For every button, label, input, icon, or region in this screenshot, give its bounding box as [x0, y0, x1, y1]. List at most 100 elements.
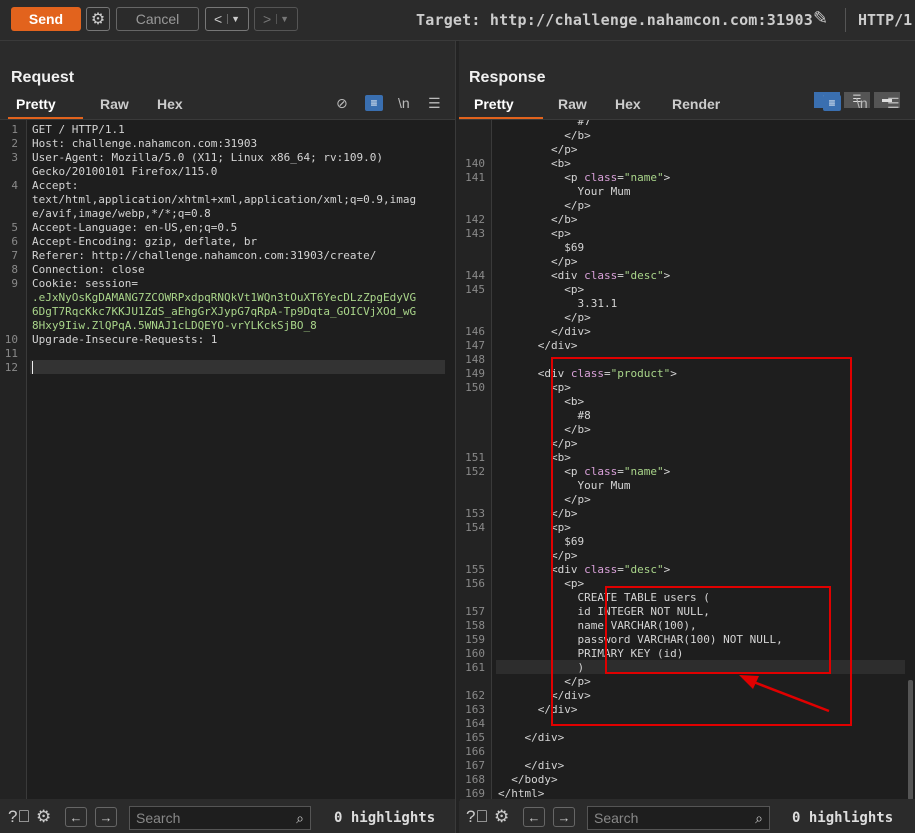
code-line: Accept-Language: en-US,en;q=0.5: [32, 221, 238, 234]
line-number: 11: [4, 347, 18, 360]
back-label: <: [213, 11, 223, 27]
code-line: <p>: [498, 283, 585, 296]
send-button[interactable]: Send: [11, 7, 81, 31]
code-line: 8Hxy9Iiw.ZlQPqA.5WNAJ1cLDQEYO-vrYLKckSjB…: [32, 319, 317, 332]
line-number: 9: [11, 277, 18, 290]
request-footer: ?⃝ ⚙ ← → Search ⌕ 0 highlights: [0, 801, 455, 833]
line-number: 163: [465, 703, 485, 716]
line-number: 161: [465, 661, 485, 674]
line-number: 157: [465, 605, 485, 618]
line-number: 162: [465, 689, 485, 702]
newline-icon[interactable]: \n: [856, 95, 868, 111]
code-line: </body>: [498, 773, 558, 786]
response-tabs: Pretty Raw Hex Render: [459, 95, 915, 119]
line-number: 1: [11, 123, 18, 136]
gear-icon[interactable]: ⚙: [36, 807, 51, 827]
tab-raw[interactable]: Raw: [558, 96, 587, 112]
line-number: 143: [465, 227, 485, 240]
code-line: e/avif,image/webp,*/*;q=0.8: [32, 207, 211, 220]
code-line: </div>: [498, 325, 591, 338]
newline-icon[interactable]: \n: [398, 95, 410, 111]
help-icon[interactable]: ?⃝: [466, 807, 488, 827]
response-pane: ◫ ☰ ▬ Response Pretty Raw Hex Render ≡ \…: [459, 41, 915, 799]
back-button[interactable]: < ▼: [205, 7, 249, 31]
search-icon: ⌕: [296, 810, 304, 826]
search-input[interactable]: Search ⌕: [129, 806, 311, 830]
code-line: $69: [498, 241, 585, 254]
tab-pretty[interactable]: Pretty: [474, 96, 514, 112]
line-number: 146: [465, 325, 485, 338]
gear-icon[interactable]: ⚙: [494, 807, 509, 827]
line-number: 140: [465, 157, 485, 170]
code-line: text/html,application/xhtml+xml,applicat…: [32, 193, 417, 206]
response-footer: ?⃝ ⚙ ← → Search ⌕ 0 highlights: [459, 801, 915, 833]
line-number: 2: [11, 137, 18, 150]
forward-label: >: [262, 11, 272, 27]
sql-highlight-box: [605, 586, 831, 674]
tab-raw[interactable]: Raw: [100, 96, 129, 112]
hide-icon[interactable]: ⊘: [336, 95, 348, 112]
arrow-annotation: [739, 675, 830, 713]
line-number: 152: [465, 465, 485, 478]
tab-render[interactable]: Render: [672, 96, 720, 112]
code-line: </p>: [498, 311, 591, 324]
menu-icon[interactable]: ☰: [887, 95, 900, 112]
search-placeholder: Search: [136, 810, 181, 826]
forward-button[interactable]: > ▼: [254, 7, 298, 31]
line-number: 144: [465, 269, 485, 282]
request-editor[interactable]: 1 GET / HTTP/1.1 2 Host: challenge.nahamcon…: [0, 119, 455, 799]
menu-icon[interactable]: ☰: [428, 95, 441, 112]
search-placeholder: Search: [594, 810, 639, 826]
back-dropdown-icon[interactable]: ▼: [227, 14, 240, 24]
code-line: </b>: [498, 213, 578, 226]
current-line-highlight: [30, 360, 445, 374]
code-line: </html>: [498, 787, 545, 799]
code-line: User-Agent: Mozilla/5.0 (X11; Linux x86_…: [32, 151, 383, 164]
code-line: </p>: [498, 255, 578, 268]
previous-arrow-icon[interactable]: ←: [65, 807, 87, 827]
line-number: 169: [465, 787, 485, 799]
tab-pretty[interactable]: Pretty: [16, 96, 56, 112]
code-line: Your Mum: [498, 185, 631, 198]
line-number: 151: [465, 451, 485, 464]
line-number: 154: [465, 521, 485, 534]
line-number: 165: [465, 731, 485, 744]
code-line: Referer: http://challenge.nahamcon.com:3…: [32, 249, 377, 262]
code-line: Host: challenge.nahamcon.com:31903: [32, 137, 258, 150]
code-line: #7: [498, 119, 591, 128]
wrap-icon[interactable]: ≡: [823, 95, 841, 111]
code-line: </div>: [498, 759, 565, 772]
toolbar: Send ⚙ Cancel < ▼ > ▼ Target: http://cha…: [0, 0, 915, 41]
scrollbar[interactable]: [908, 680, 913, 799]
tab-hex[interactable]: Hex: [157, 96, 183, 112]
code-line: </b>: [498, 129, 591, 142]
highlights-count: 0 highlights: [792, 810, 894, 826]
line-number: 156: [465, 577, 485, 590]
line-number: 166: [465, 745, 485, 758]
code-line: 3.31.1: [498, 297, 618, 310]
pencil-icon[interactable]: ✎: [813, 8, 828, 29]
line-number: 149: [465, 367, 485, 380]
line-number: 4: [11, 179, 18, 192]
code-line: 6DgT7RqcKkc7KKJU1ZdS_aEhgGrXJypG7qRpA-Tp…: [32, 305, 417, 318]
http-version[interactable]: HTTP/1: [858, 11, 912, 29]
line-number: 148: [465, 353, 485, 366]
tab-hex[interactable]: Hex: [615, 96, 641, 112]
line-number: 158: [465, 619, 485, 632]
code-line: </p>: [498, 143, 578, 156]
wrap-icon[interactable]: ≡: [365, 95, 383, 111]
code-line: GET / HTTP/1.1: [32, 123, 125, 136]
code-line: </div>: [498, 339, 578, 352]
next-arrow-icon[interactable]: →: [553, 807, 575, 827]
text-caret: [32, 361, 33, 374]
code-line: <div class="desc">: [498, 269, 671, 282]
previous-arrow-icon[interactable]: ←: [523, 807, 545, 827]
search-input[interactable]: Search ⌕: [587, 806, 770, 830]
gear-icon[interactable]: ⚙: [86, 7, 110, 31]
forward-dropdown-icon[interactable]: ▼: [276, 14, 289, 24]
code-line: <p>: [498, 227, 571, 240]
cancel-button[interactable]: Cancel: [116, 7, 199, 31]
help-icon[interactable]: ?⃝: [8, 807, 30, 827]
next-arrow-icon[interactable]: →: [95, 807, 117, 827]
code-line: Accept-Encoding: gzip, deflate, br: [32, 235, 258, 248]
